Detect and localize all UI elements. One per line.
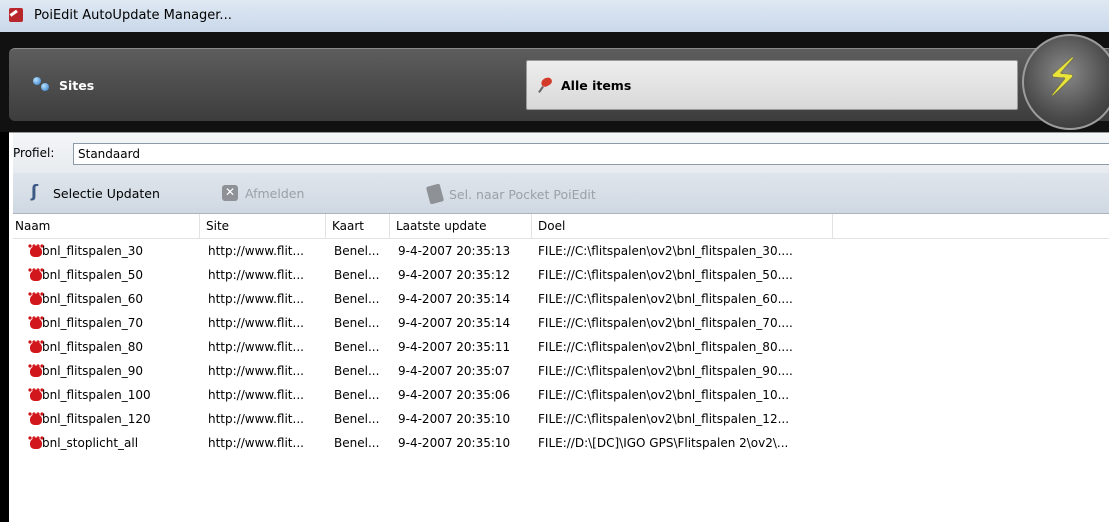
- table-row[interactable]: bnl_flitspalen_90 http://www.flit... Benel…: [9, 359, 1109, 383]
- cell-kaart: Benel...: [334, 412, 380, 426]
- table-row[interactable]: bnl_flitspalen_120 http://www.flit... Bene…: [9, 407, 1109, 431]
- sel-naar-pocket-label: Sel. naar Pocket PoiEdit: [449, 186, 596, 202]
- cell-update: 9-4-2007 20:35:13: [398, 244, 511, 258]
- lightning-bolt-icon: ⚡: [1042, 47, 1084, 109]
- left-edge: [9, 133, 13, 522]
- cell-naam: bnl_flitspalen_80: [42, 340, 143, 354]
- table-row[interactable]: bnl_flitspalen_60 http://www.flit... Benel…: [9, 287, 1109, 311]
- cell-doel: FILE://C:\flitspalen\ov2\bnl_flitspalen_…: [538, 412, 790, 426]
- tab-sites[interactable]: Sites: [33, 77, 94, 93]
- tab-sites-label: Sites: [59, 77, 95, 93]
- cell-doel: FILE://C:\flitspalen\ov2\bnl_flitspalen_…: [538, 340, 793, 354]
- main-panel: Profiel: Standaard Selectie Updaten Afme…: [9, 132, 1109, 522]
- cell-kaart: Benel...: [334, 292, 380, 306]
- cell-kaart: Benel...: [334, 316, 380, 330]
- afmelden-button[interactable]: Afmelden: [222, 185, 304, 201]
- cell-update: 9-4-2007 20:35:10: [398, 412, 511, 426]
- cell-update: 9-4-2007 20:35:14: [398, 316, 511, 330]
- top-panel: Sites Alle items ⚡: [0, 32, 1109, 132]
- cell-naam: bnl_flitspalen_70: [42, 316, 143, 330]
- cell-update: 9-4-2007 20:35:07: [398, 364, 511, 378]
- selectie-updaten-button[interactable]: Selectie Updaten: [30, 182, 160, 202]
- cell-naam: bnl_flitspalen_90: [42, 364, 143, 378]
- pocket-device-icon: [425, 183, 445, 205]
- tab-alle-items-label: Alle items: [561, 77, 632, 93]
- cell-update: 9-4-2007 20:35:12: [398, 268, 511, 282]
- table-row[interactable]: bnl_stoplicht_all http://www.flit... Benel…: [9, 431, 1109, 455]
- cell-doel: FILE://C:\flitspalen\ov2\bnl_flitspalen_…: [538, 388, 790, 402]
- cell-kaart: Benel...: [334, 268, 380, 282]
- window-title: PoiEdit AutoUpdate Manager...: [34, 8, 232, 23]
- cell-doel: FILE://C:\flitspalen\ov2\bnl_flitspalen_…: [538, 364, 793, 378]
- cell-update: 9-4-2007 20:35:06: [398, 388, 511, 402]
- cell-naam: bnl_flitspalen_120: [42, 412, 151, 426]
- items-list: Naam Site Kaart Laatste update Doel bnl_…: [9, 214, 1109, 522]
- toolbar: Selectie Updaten Afmelden Sel. naar Pock…: [9, 173, 1109, 214]
- app-icon: [9, 8, 23, 22]
- table-row[interactable]: bnl_flitspalen_70 http://www.flit... Benel…: [9, 311, 1109, 335]
- cell-kaart: Benel...: [334, 364, 380, 378]
- table-row[interactable]: bnl_flitspalen_30 http://www.flit... Benel…: [9, 239, 1109, 263]
- cell-kaart: Benel...: [334, 340, 380, 354]
- column-header-naam[interactable]: Naam: [9, 214, 200, 238]
- column-header-site[interactable]: Site: [200, 214, 326, 238]
- cell-naam: bnl_stoplicht_all: [42, 436, 139, 450]
- cell-naam: bnl_flitspalen_60: [42, 292, 143, 306]
- cell-update: 9-4-2007 20:35:11: [398, 340, 511, 354]
- list-header: Naam Site Kaart Laatste update Doel: [9, 214, 1109, 239]
- cell-doel: FILE://C:\flitspalen\ov2\bnl_flitspalen_…: [538, 244, 793, 258]
- cell-site: http://www.flit...: [208, 340, 304, 354]
- column-header-doel[interactable]: Doel: [532, 214, 833, 238]
- cell-naam: bnl_flitspalen_30: [42, 244, 143, 258]
- cell-site: http://www.flit...: [208, 316, 304, 330]
- update-icon: [30, 182, 46, 202]
- afmelden-label: Afmelden: [245, 185, 305, 201]
- pin-icon: [539, 78, 553, 92]
- cell-update: 9-4-2007 20:35:10: [398, 436, 511, 450]
- cell-site: http://www.flit...: [208, 436, 304, 450]
- profile-select-value: Standaard: [78, 147, 140, 161]
- cell-doel: FILE://C:\flitspalen\ov2\bnl_flitspalen_…: [538, 316, 793, 330]
- cell-doel: FILE://D:\[DC]\IGO GPS\Flitspalen 2\ov2\…: [538, 436, 789, 450]
- table-row[interactable]: bnl_flitspalen_100 http://www.flit... Bene…: [9, 383, 1109, 407]
- column-header-kaart[interactable]: Kaart: [326, 214, 390, 238]
- update-orb-button[interactable]: ⚡: [1022, 34, 1109, 130]
- tab-alle-items[interactable]: Alle items: [526, 60, 1018, 110]
- tab-strip: Sites Alle items: [9, 48, 1109, 121]
- profile-label: Profiel:: [13, 146, 55, 160]
- cell-doel: FILE://C:\flitspalen\ov2\bnl_flitspalen_…: [538, 268, 793, 282]
- table-row[interactable]: bnl_flitspalen_80 http://www.flit... Benel…: [9, 335, 1109, 359]
- cell-update: 9-4-2007 20:35:14: [398, 292, 511, 306]
- profile-select[interactable]: Standaard: [73, 143, 1109, 165]
- sites-icon: [33, 77, 51, 93]
- cell-site: http://www.flit...: [208, 292, 304, 306]
- profile-row: Profiel: Standaard: [9, 133, 1109, 174]
- column-header-laatste-update[interactable]: Laatste update: [390, 214, 532, 238]
- cell-kaart: Benel...: [334, 436, 380, 450]
- window-titlebar: PoiEdit AutoUpdate Manager...: [0, 0, 1109, 32]
- cell-naam: bnl_flitspalen_50: [42, 268, 143, 282]
- cell-site: http://www.flit...: [208, 412, 304, 426]
- table-row[interactable]: bnl_flitspalen_50 http://www.flit... Benel…: [9, 263, 1109, 287]
- cell-naam: bnl_flitspalen_100: [42, 388, 151, 402]
- cell-kaart: Benel...: [334, 388, 380, 402]
- cell-kaart: Benel...: [334, 244, 380, 258]
- cell-doel: FILE://C:\flitspalen\ov2\bnl_flitspalen_…: [538, 292, 793, 306]
- unsubscribe-icon: [222, 185, 238, 201]
- cell-site: http://www.flit...: [208, 364, 304, 378]
- sel-naar-pocket-button[interactable]: Sel. naar Pocket PoiEdit: [425, 183, 596, 205]
- cell-site: http://www.flit...: [208, 268, 304, 282]
- cell-site: http://www.flit...: [208, 388, 304, 402]
- cell-site: http://www.flit...: [208, 244, 304, 258]
- selectie-updaten-label: Selectie Updaten: [53, 185, 160, 201]
